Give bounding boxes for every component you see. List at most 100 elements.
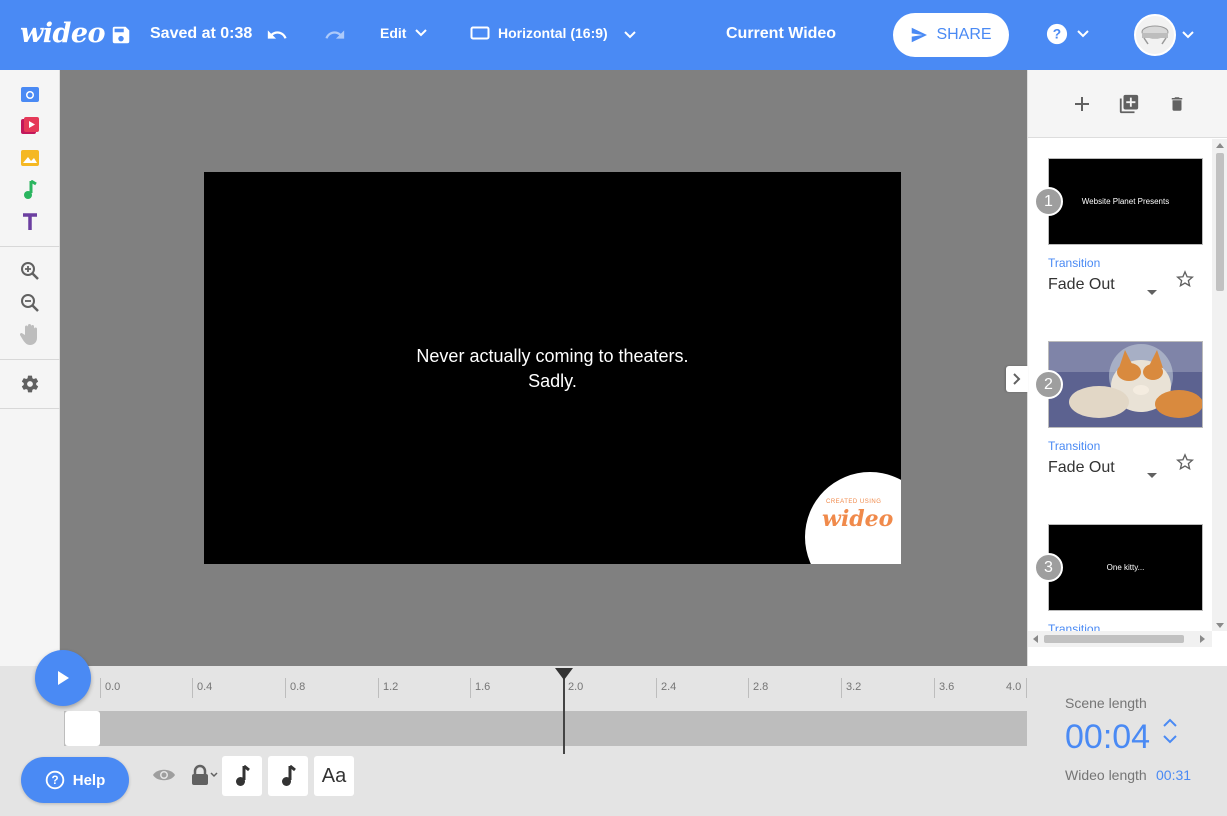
scroll-right-arrow-icon: [1200, 635, 1205, 643]
zoom-out-icon[interactable]: [19, 292, 41, 314]
transition-label: Transition: [1048, 256, 1101, 270]
scene-list: Website Planet Presents 1 Transition Fad…: [1028, 139, 1212, 631]
chevron-down-icon: [415, 29, 428, 37]
wideo-length-value: 00:31: [1156, 767, 1192, 783]
ruler-tick: [841, 678, 842, 698]
scene-number: 2: [1034, 370, 1063, 399]
ruler-tick-label: 4.0: [1006, 681, 1022, 693]
svg-text:?: ?: [51, 774, 58, 787]
help-icon: ?: [45, 770, 64, 790]
help-menu[interactable]: ?: [1046, 23, 1090, 45]
transition-label: Transition: [1048, 439, 1101, 453]
sound-layer-button[interactable]: [268, 756, 308, 796]
scene-actions: [1028, 70, 1227, 138]
playhead-handle[interactable]: [555, 668, 573, 680]
image-icon[interactable]: [19, 147, 41, 169]
save-icon[interactable]: [110, 24, 132, 51]
chevron-down-icon[interactable]: [1162, 734, 1178, 744]
music-note-icon: [236, 765, 250, 786]
ruler-tick-label: 3.6: [939, 681, 955, 693]
help-button[interactable]: ? Help: [21, 757, 129, 803]
scroll-up-arrow-icon: [1216, 143, 1224, 148]
scene-thumbnail[interactable]: One kitty...: [1048, 524, 1203, 611]
user-avatar-icon: [1141, 25, 1169, 45]
chevron-down-icon[interactable]: [1181, 27, 1195, 45]
star-icon[interactable]: [1176, 453, 1194, 476]
ruler-tick: [192, 678, 193, 698]
scene-list-vertical-scrollbar[interactable]: [1212, 139, 1227, 631]
ruler-tick: [470, 678, 471, 698]
gear-icon[interactable]: [19, 373, 41, 395]
transition-label: Transition: [1048, 622, 1101, 631]
star-icon[interactable]: [1176, 270, 1194, 293]
chevron-down-icon: [1077, 30, 1089, 38]
aspect-ratio-icon: [470, 26, 490, 40]
scene-list-horizontal-scrollbar[interactable]: [1028, 631, 1212, 647]
music-layer-button[interactable]: [222, 756, 262, 796]
help-label: Help: [72, 771, 106, 789]
playhead-line[interactable]: [563, 676, 565, 754]
toolbar-divider: [0, 359, 60, 360]
stage-text-line-1: Never actually coming to theaters.: [416, 346, 689, 366]
lock-icon[interactable]: [190, 764, 218, 786]
scene-thumbnail[interactable]: Website Planet Presents: [1048, 158, 1203, 245]
scene-length-stepper[interactable]: [1162, 718, 1178, 744]
camera-icon[interactable]: [19, 83, 41, 105]
play-button[interactable]: [35, 650, 91, 706]
share-button[interactable]: SHARE: [893, 13, 1009, 57]
ruler-tick-label: 1.2: [383, 681, 399, 693]
scene-number: 3: [1034, 553, 1063, 582]
vertical-scroll-thumb[interactable]: [1216, 153, 1224, 291]
text-layer-button[interactable]: Aa: [314, 756, 354, 796]
caret-down-icon[interactable]: [1146, 466, 1158, 484]
ruler-tick-label: 2.4: [661, 681, 677, 693]
saved-status: Saved at 0:38: [150, 25, 253, 42]
ruler-tick: [934, 678, 935, 698]
scene-stage[interactable]: Never actually coming to theaters. Sadly…: [204, 172, 901, 564]
ruler-tick: [378, 678, 379, 698]
music-note-icon: [282, 765, 296, 786]
play-icon: [58, 671, 69, 685]
edit-menu-label: Edit: [380, 25, 407, 41]
hand-icon[interactable]: [19, 324, 41, 346]
ruler-tick: [748, 678, 749, 698]
delete-scene-icon[interactable]: [1165, 92, 1189, 116]
scene-thumbnail[interactable]: [1048, 341, 1203, 428]
transition-select[interactable]: Fade Out: [1048, 459, 1115, 477]
ruler-tick-label: 0.4: [197, 681, 213, 693]
add-scene-icon[interactable]: [1070, 92, 1094, 116]
timeline-element-block[interactable]: [65, 711, 100, 746]
scroll-left-arrow-icon: [1033, 635, 1038, 643]
duplicate-scene-icon[interactable]: [1117, 92, 1141, 116]
help-icon: ?: [1046, 23, 1068, 45]
transition-select[interactable]: Fade Out: [1048, 276, 1115, 294]
chevron-down-icon[interactable]: [623, 27, 637, 45]
collapse-panel-button[interactable]: [1006, 366, 1028, 392]
eye-icon[interactable]: [152, 766, 176, 789]
chevron-up-icon[interactable]: [1162, 718, 1178, 728]
stage-text[interactable]: Never actually coming to theaters. Sadly…: [204, 344, 901, 394]
scene-length-value[interactable]: 00:04: [1065, 718, 1150, 757]
text-icon[interactable]: [19, 211, 41, 233]
avatar[interactable]: [1134, 14, 1176, 56]
wideo-title[interactable]: Current Wideo: [726, 25, 836, 43]
music-icon[interactable]: [19, 179, 41, 201]
app-root: wideo Saved at 0:38 Edit Horizontal (16:…: [0, 0, 1227, 816]
transition-value: Fade Out: [1048, 459, 1115, 476]
wideo-logo[interactable]: wideo: [20, 18, 106, 49]
ruler-tick-label: 0.0: [105, 681, 121, 693]
edit-menu[interactable]: Edit: [380, 25, 428, 41]
redo-icon[interactable]: [323, 24, 347, 51]
undo-icon[interactable]: [265, 24, 289, 51]
aspect-ratio-menu[interactable]: Horizontal (16:9): [470, 25, 608, 41]
scene-number: 1: [1034, 187, 1063, 216]
horizontal-scroll-thumb[interactable]: [1044, 635, 1184, 643]
stage-text-line-2: Sadly.: [528, 371, 577, 391]
canvas-area[interactable]: Never actually coming to theaters. Sadly…: [60, 70, 1027, 666]
left-toolbar: [0, 70, 60, 666]
ruler-tick: [100, 678, 101, 698]
caret-down-icon[interactable]: [1146, 283, 1158, 301]
video-icon[interactable]: [19, 115, 41, 137]
timeline-track[interactable]: [64, 711, 1027, 746]
zoom-in-icon[interactable]: [19, 260, 41, 282]
